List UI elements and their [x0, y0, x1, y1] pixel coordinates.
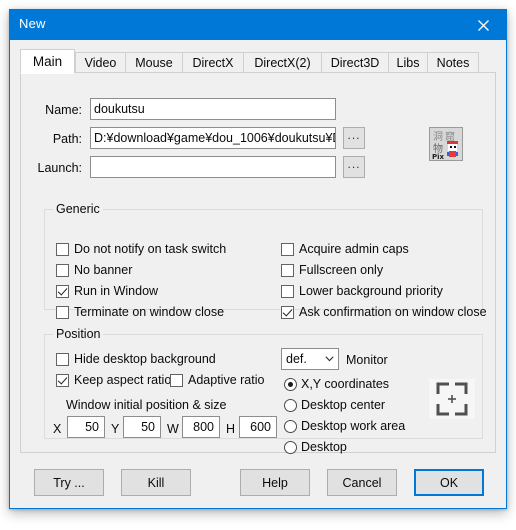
checkbox-label: Acquire admin caps	[299, 242, 409, 256]
y-label: Y	[111, 422, 120, 436]
radio-circle	[284, 440, 297, 454]
checkbox-label: Run in Window	[74, 284, 159, 298]
checkbox-box	[281, 305, 294, 319]
svg-text:洞: 洞	[433, 131, 443, 143]
checkbox-do-not-notify-on-task-switch[interactable]: Do not notify on task switch	[56, 242, 226, 256]
radio-circle	[284, 398, 297, 412]
y-input[interactable]: 50	[123, 416, 161, 438]
cave-story-app-icon: 洞 窟 物 Pix	[430, 128, 462, 160]
app-icon: 洞 窟 物 Pix	[429, 127, 463, 161]
checkbox-box	[56, 305, 69, 319]
checkbox-no-banner[interactable]: No banner	[56, 263, 132, 277]
radio-desktop-center[interactable]: Desktop center	[284, 398, 385, 412]
screen: New Main Video Mouse DirectX DirectX(2) …	[0, 0, 516, 530]
close-icon	[477, 19, 490, 32]
h-input[interactable]: 600	[239, 416, 277, 438]
monitor-label: Monitor	[346, 353, 388, 367]
radio-xy-coordinates[interactable]: X,Y coordinates	[284, 377, 389, 391]
checkbox-box	[281, 263, 294, 277]
svg-text:Pix: Pix	[432, 153, 445, 160]
radio-circle	[284, 419, 297, 433]
checkbox-label: Keep aspect ratio	[74, 373, 172, 387]
radio-desktop[interactable]: Desktop	[284, 440, 347, 454]
checkbox-box	[56, 373, 69, 387]
tab-video[interactable]: Video	[75, 52, 126, 73]
radio-circle	[284, 377, 297, 391]
launch-label: Launch:	[37, 161, 82, 175]
tab-strip: Main Video Mouse DirectX DirectX(2) Dire…	[20, 49, 496, 74]
checkbox-run-in-window[interactable]: Run in Window	[56, 284, 158, 298]
path-browse-button[interactable]: ...	[343, 127, 365, 149]
checkbox-keep-aspect-ratio[interactable]: Keep aspect ratio	[56, 373, 171, 387]
checkbox-label: Adaptive ratio	[188, 373, 265, 387]
checkbox-label: Hide desktop background	[74, 352, 216, 366]
radio-label: Desktop center	[301, 398, 386, 412]
checkbox-label: Ask confirmation on window close	[299, 305, 487, 319]
checkbox-label: Do not notify on task switch	[74, 242, 227, 256]
position-group-title: Position	[53, 327, 104, 341]
checkbox-ask-confirmation-on-window-close[interactable]: Ask confirmation on window close	[281, 305, 487, 319]
radio-label: Desktop	[301, 440, 347, 454]
monitor-select[interactable]: def.	[281, 348, 339, 370]
tab-directx[interactable]: DirectX	[182, 52, 244, 73]
launch-browse-button[interactable]: ...	[343, 156, 365, 178]
checkbox-box	[56, 263, 69, 277]
tab-directx2[interactable]: DirectX(2)	[243, 52, 322, 73]
w-label: W	[167, 422, 179, 436]
checkbox-box	[56, 284, 69, 298]
window-initial-position-size-label: Window initial position & size	[66, 398, 227, 412]
checkbox-box	[170, 373, 183, 387]
w-input[interactable]: 800	[182, 416, 220, 438]
monitor-select-value: def.	[286, 352, 307, 366]
checkbox-label: Terminate on window close	[74, 305, 225, 319]
chevron-down-icon	[320, 349, 338, 369]
try-button[interactable]: Try ...	[34, 469, 104, 496]
dialog-client-area: Main Video Mouse DirectX DirectX(2) Dire…	[10, 40, 506, 508]
radio-label: Desktop work area	[301, 419, 406, 433]
close-button[interactable]	[460, 10, 506, 40]
checkbox-label: Lower background priority	[299, 284, 443, 298]
path-label: Path:	[52, 132, 82, 146]
name-label: Name:	[45, 103, 82, 117]
cancel-button[interactable]: Cancel	[327, 469, 397, 496]
radio-desktop-work-area[interactable]: Desktop work area	[284, 419, 405, 433]
path-input[interactable]: D:¥download¥game¥dou_1006¥doukutsu¥Douku…	[90, 127, 336, 149]
generic-group-title: Generic	[53, 202, 103, 216]
x-label: X	[53, 422, 62, 436]
name-input[interactable]: doukutsu	[90, 98, 336, 120]
monitor-preview[interactable]	[429, 379, 475, 419]
ok-button[interactable]: OK	[414, 469, 484, 496]
window-title: New	[19, 16, 46, 31]
help-button[interactable]: Help	[240, 469, 310, 496]
x-input[interactable]: 50	[67, 416, 105, 438]
kill-button[interactable]: Kill	[121, 469, 191, 496]
checkbox-box	[281, 242, 294, 256]
checkbox-box	[56, 352, 69, 366]
checkbox-terminate-on-window-close[interactable]: Terminate on window close	[56, 305, 224, 319]
launch-input[interactable]	[90, 156, 336, 178]
monitor-crosshair-preview-icon	[429, 379, 475, 419]
radio-label: X,Y coordinates	[301, 377, 390, 391]
checkbox-box	[56, 242, 69, 256]
checkbox-adaptive-ratio[interactable]: Adaptive ratio	[170, 373, 264, 387]
checkbox-box	[281, 284, 294, 298]
checkbox-label: No banner	[74, 263, 133, 277]
checkbox-fullscreen-only[interactable]: Fullscreen only	[281, 263, 383, 277]
title-bar: New	[10, 10, 506, 40]
dialog-window: New Main Video Mouse DirectX DirectX(2) …	[9, 9, 507, 509]
tab-libs[interactable]: Libs	[388, 52, 428, 73]
h-label: H	[226, 422, 236, 436]
tab-direct3d[interactable]: Direct3D	[321, 52, 389, 73]
checkbox-lower-background-priority[interactable]: Lower background priority	[281, 284, 443, 298]
checkbox-label: Fullscreen only	[299, 263, 384, 277]
tab-main[interactable]: Main	[20, 49, 75, 74]
checkbox-acquire-admin-caps[interactable]: Acquire admin caps	[281, 242, 409, 256]
tab-mouse[interactable]: Mouse	[125, 52, 183, 73]
checkbox-hide-desktop-background[interactable]: Hide desktop background	[56, 352, 216, 366]
tab-notes[interactable]: Notes	[427, 52, 479, 73]
